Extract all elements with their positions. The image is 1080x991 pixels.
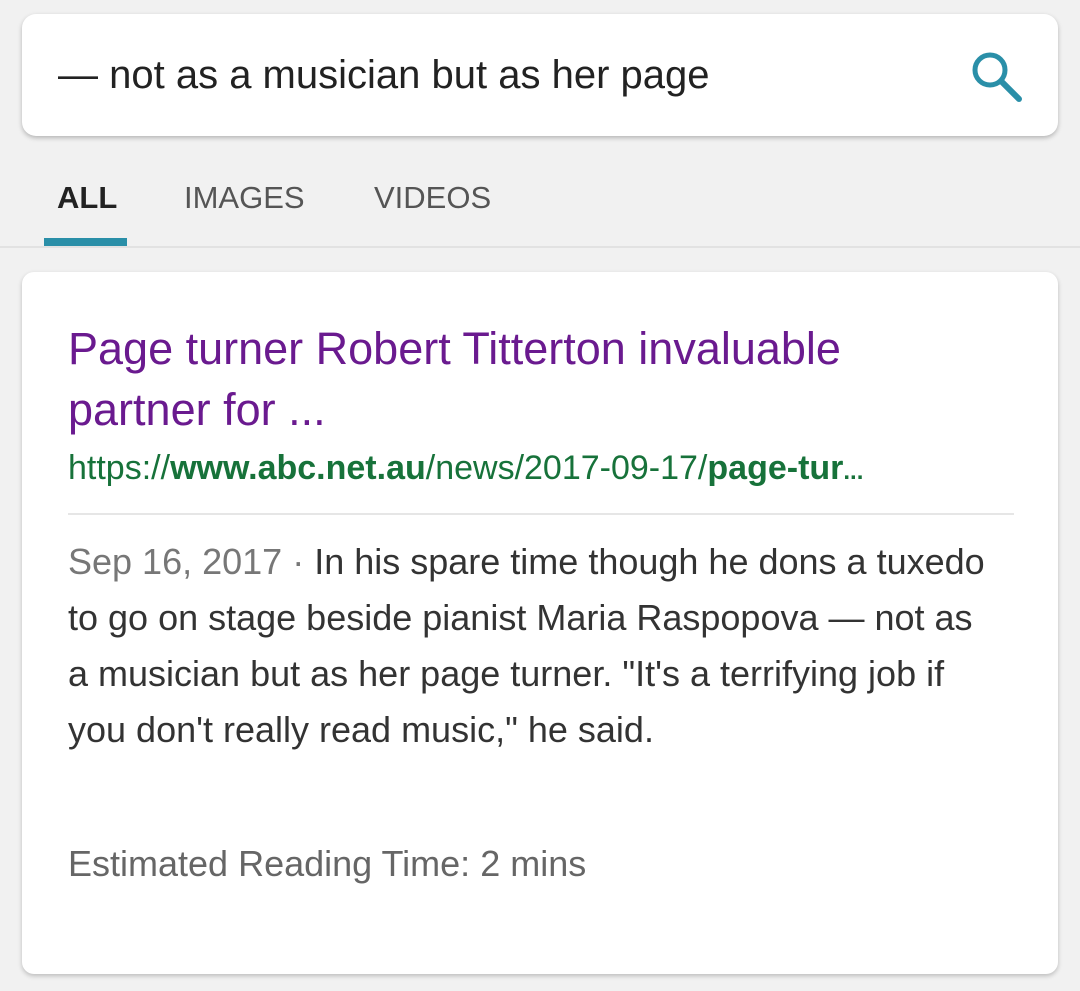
search-input[interactable]: — not as a musician but as her page	[58, 50, 709, 100]
url-domain: www.abc.net.au	[170, 449, 426, 487]
tab-images[interactable]: IMAGES	[184, 178, 305, 218]
url-slug: page-tur	[707, 449, 844, 487]
result-title-link[interactable]: Page turner Robert Titterton invaluable …	[68, 318, 988, 440]
search-box[interactable]: — not as a musician but as her page	[22, 14, 1058, 136]
date-separator: ·	[282, 541, 315, 582]
result-date: Sep 16, 2017	[68, 541, 283, 582]
result-url-link[interactable]: https://www.abc.net.au/news/2017-09-17/p…	[68, 446, 1028, 494]
tab-all[interactable]: ALL	[57, 178, 117, 218]
tab-videos[interactable]: VIDEOS	[374, 178, 491, 218]
result-snippet: Sep 16, 2017 · In his spare time though …	[68, 534, 998, 758]
search-tabs: ALL IMAGES VIDEOS	[0, 150, 1080, 248]
result-card: Page turner Robert Titterton invaluable …	[22, 272, 1058, 974]
url-path: /news/2017-09-17/	[425, 449, 708, 487]
result-divider	[68, 513, 1014, 515]
url-prefix: https://	[68, 449, 171, 487]
search-icon	[972, 52, 1022, 102]
search-button[interactable]	[964, 44, 1028, 108]
active-tab-indicator	[44, 238, 127, 246]
url-ellipsis: ...	[843, 458, 864, 485]
reading-time: Estimated Reading Time: 2 mins	[68, 843, 587, 884]
